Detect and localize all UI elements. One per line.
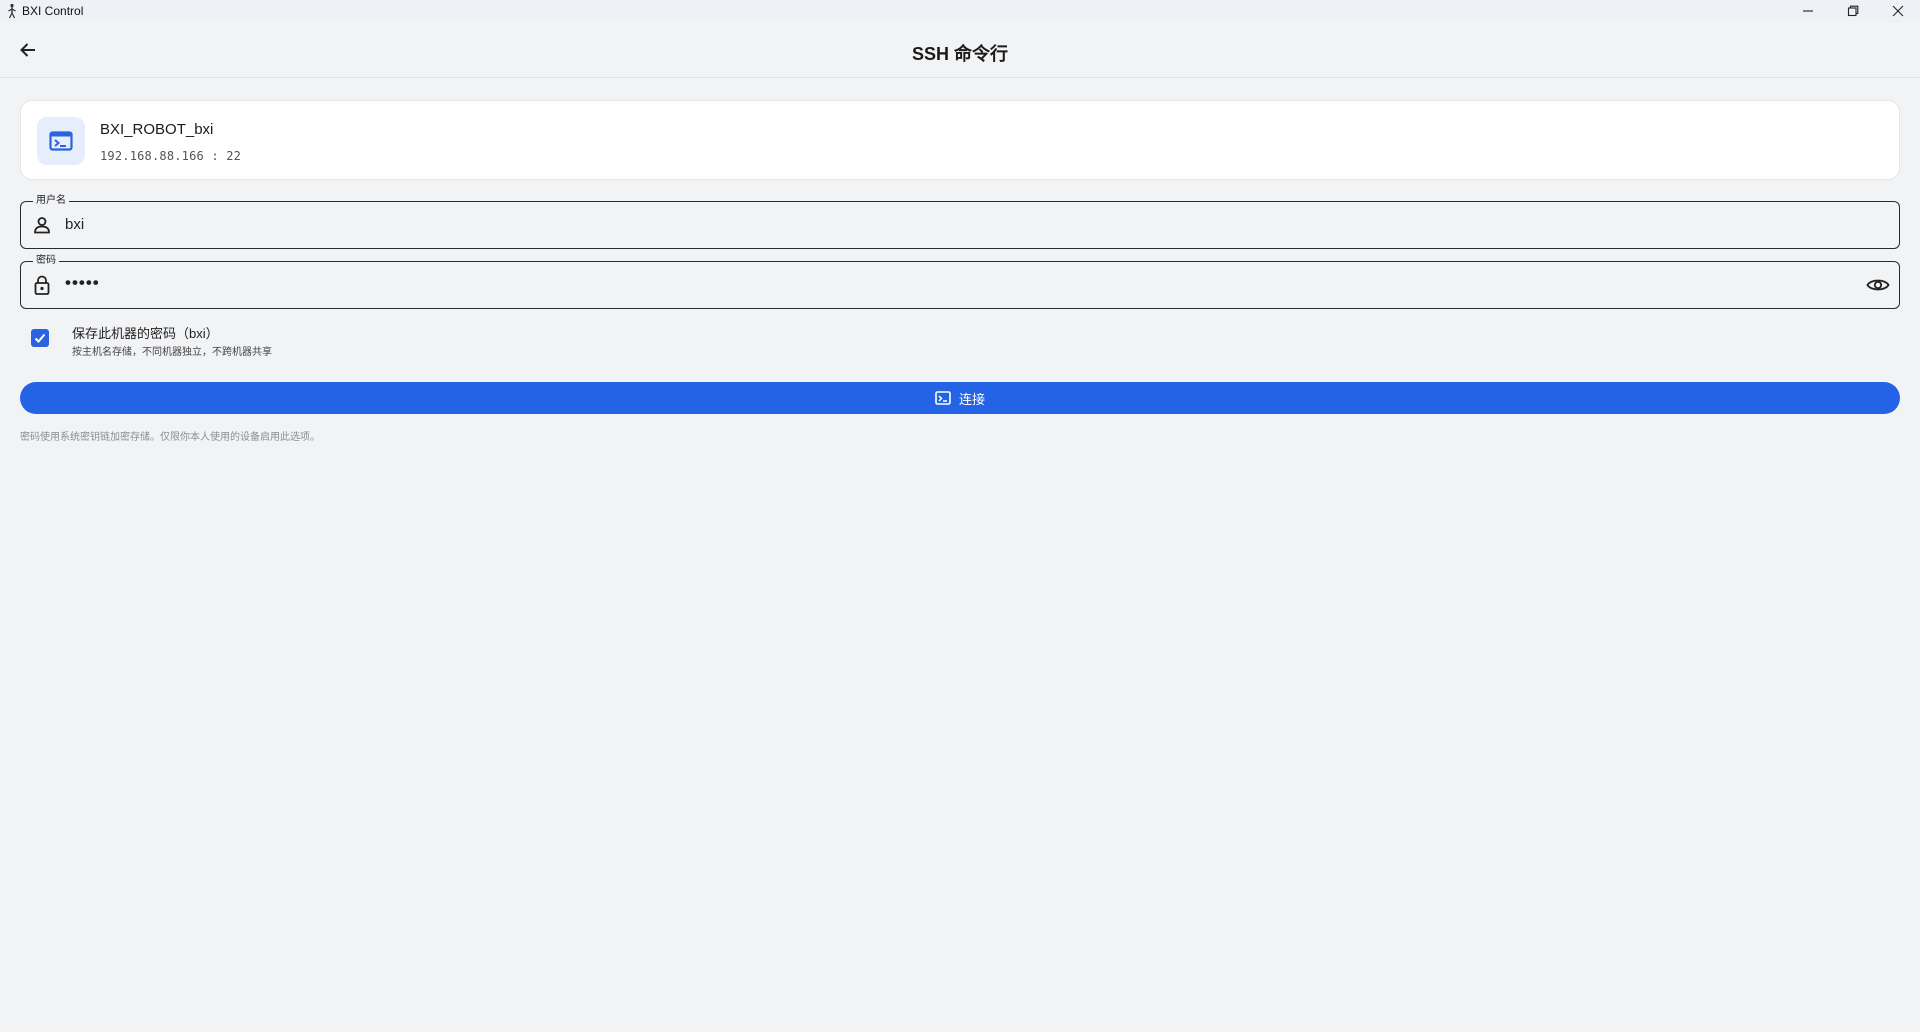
password-input[interactable]: ••••• — [65, 273, 100, 293]
app-bar: SSH 命令行 — [0, 22, 1920, 78]
save-password-subtitle: 按主机名存储，不同机器独立，不跨机器共享 — [72, 347, 272, 358]
host-icon-container — [37, 117, 85, 165]
person-icon — [31, 214, 53, 236]
username-field[interactable]: 用户名 bxi — [20, 194, 1900, 249]
close-button[interactable] — [1875, 0, 1920, 22]
terminal-icon — [935, 391, 951, 405]
lock-icon — [31, 274, 53, 296]
minimize-button[interactable] — [1785, 0, 1830, 22]
window-titlebar: BXI Control — [0, 0, 1920, 22]
window-controls — [1785, 0, 1920, 22]
page-title: SSH 命令行 — [911, 44, 1008, 64]
username-label: 用户名 — [33, 194, 69, 208]
connect-button-label: 连接 — [958, 391, 985, 407]
save-password-checkbox[interactable] — [31, 329, 49, 347]
eye-icon — [1866, 279, 1890, 291]
terminal-icon — [49, 131, 73, 151]
password-label: 密码 — [33, 254, 59, 268]
host-address: 192.168.88.166 : 22 — [100, 149, 242, 163]
restore-button[interactable] — [1830, 0, 1875, 22]
username-input[interactable]: bxi — [65, 216, 84, 233]
toggle-password-visibility-button[interactable] — [1865, 273, 1891, 297]
connect-button[interactable]: 连接 — [20, 382, 1900, 414]
save-password-title: 保存此机器的密码（bxi） — [72, 326, 219, 341]
app-logo-icon — [4, 3, 20, 19]
save-password-row[interactable]: 保存此机器的密码（bxi） 按主机名存储，不同机器独立，不跨机器共享 — [20, 320, 620, 360]
minimize-icon — [1802, 10, 1813, 12]
password-field[interactable]: 密码 ••••• — [20, 254, 1900, 309]
window-title: BXI Control — [22, 4, 84, 18]
host-card: BXI_ROBOT_bxi 192.168.88.166 : 22 — [20, 100, 1900, 180]
host-name: BXI_ROBOT_bxi — [100, 121, 214, 138]
checkmark-icon — [34, 333, 46, 343]
security-footnote: 密码使用系统密钥链加密存储。仅限你本人使用的设备启用此选项。 — [20, 432, 320, 443]
restore-icon — [1847, 5, 1858, 17]
close-icon — [1892, 5, 1903, 17]
